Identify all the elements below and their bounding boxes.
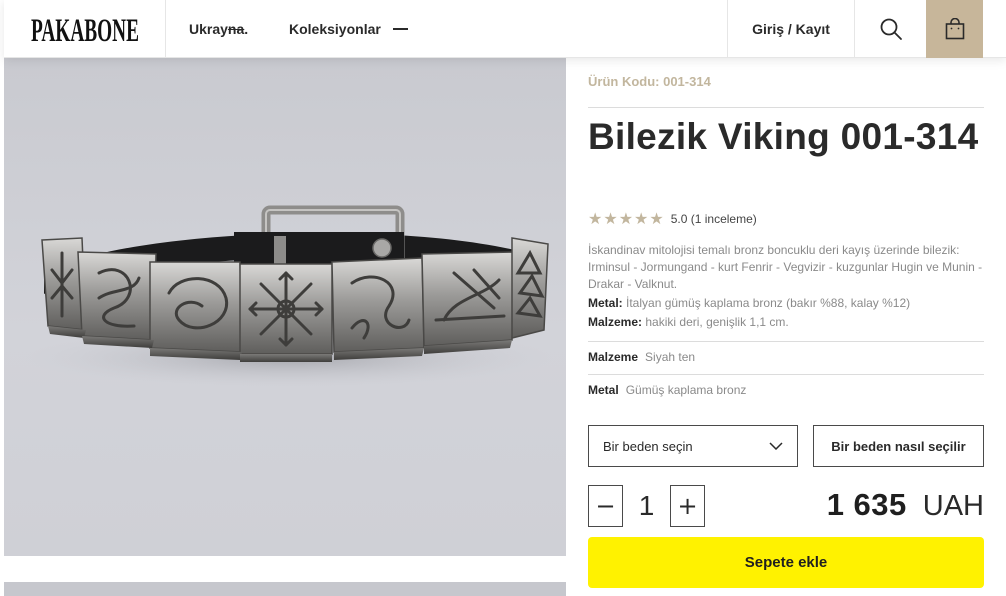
spec-metal: Metal: İtalyan gümüş kaplama bronz (bakı…: [588, 296, 910, 310]
svg-text:PAKABONE: PAKABONE: [31, 12, 139, 49]
search-button[interactable]: [855, 0, 926, 58]
product-details: Ürün Kodu: 001-314 Bilezik Viking 001-31…: [588, 58, 984, 596]
brand-logo: PAKABONE: [31, 12, 139, 49]
size-select[interactable]: Bir beden seçin: [588, 425, 798, 467]
attribute-row-metal: Metal Gümüş kaplama bronz: [588, 383, 746, 397]
plus-icon: +: [677, 492, 698, 520]
shopping-bag-icon: [945, 18, 964, 40]
attribute-value: Gümüş kaplama bronz: [625, 383, 747, 397]
spec-metal-value: İtalyan gümüş kaplama bronz (bakır %88, …: [626, 296, 911, 310]
dash-icon: [392, 28, 408, 30]
bracelet-illustration: [24, 205, 554, 388]
country-selector[interactable]: Ukrayna.: [189, 21, 248, 37]
second-product-photo[interactable]: [4, 582, 566, 596]
country-prefix: Ukray: [189, 21, 228, 37]
add-to-cart-button[interactable]: Sepete ekle: [588, 537, 984, 588]
collections-menu[interactable]: Koleksiyonlar: [289, 21, 408, 37]
login-label: Giriş / Kayıt: [752, 21, 830, 37]
product-title: Bilezik Viking 001-314: [588, 116, 979, 157]
quantity-increase-button[interactable]: +: [670, 485, 705, 527]
quantity-decrease-button[interactable]: −: [588, 485, 623, 527]
size-select-label: Bir beden seçin: [603, 438, 693, 454]
minus-icon: −: [595, 492, 616, 520]
spec-metal-label: Metal:: [588, 296, 623, 310]
attribute-key: Malzeme: [588, 350, 639, 364]
collections-label: Koleksiyonlar: [289, 21, 381, 37]
product-description: İskandinav mitolojisi temalı bronz boncu…: [588, 243, 983, 291]
rating-text: 5.0 (1 inceleme): [670, 211, 757, 226]
star-rating-icon: ★★★★★: [588, 209, 665, 228]
attribute-row-material: Malzeme Siyah ten: [588, 350, 695, 364]
product-code: Ürün Kodu: 001-314: [588, 74, 711, 89]
spec-material: Malzeme: hakiki deri, genişlik 1,1 cm.: [588, 315, 789, 329]
divider: [588, 107, 984, 108]
chevron-down-icon: [769, 442, 783, 450]
attribute-value: Siyah ten: [645, 350, 696, 364]
search-icon: [880, 18, 902, 40]
country-suffix: .: [244, 21, 249, 37]
size-guide-button[interactable]: Bir beden nasıl seçilir: [813, 425, 984, 467]
logo-link[interactable]: PAKABONE: [4, 0, 166, 58]
login-register-link[interactable]: Giriş / Kayıt: [727, 0, 855, 58]
product-price: 1 635 UAH: [827, 487, 984, 523]
size-guide-label: Bir beden nasıl seçilir: [831, 438, 966, 454]
price-amount: 1 635: [826, 487, 907, 522]
add-to-cart-label: Sepete ekle: [744, 554, 828, 571]
price-currency: UAH: [922, 490, 984, 522]
attribute-key: Metal: [588, 383, 619, 397]
quantity-value[interactable]: 1: [623, 485, 670, 527]
product-rating[interactable]: ★★★★★ 5.0 (1 inceleme): [588, 209, 757, 228]
cart-button[interactable]: [926, 0, 983, 58]
spec-material-label: Malzeme:: [588, 315, 643, 329]
product-photo[interactable]: +: [4, 58, 566, 556]
country-strike: na: [227, 21, 245, 37]
divider: [588, 341, 984, 342]
divider: [588, 374, 984, 375]
site-header: PAKABONE Ukrayna. Koleksiyonlar Giriş / …: [4, 0, 1006, 58]
spec-material-value: hakiki deri, genişlik 1,1 cm.: [645, 315, 789, 329]
